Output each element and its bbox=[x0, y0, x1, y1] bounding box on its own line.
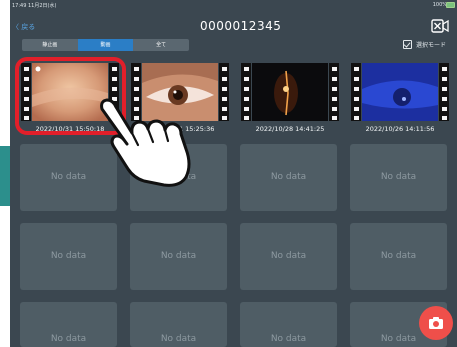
no-data-label: No data bbox=[50, 251, 87, 261]
empty-slot: No data bbox=[20, 223, 117, 290]
status-time: 17:49 11月2日(水) bbox=[12, 3, 57, 9]
no-data-label: No data bbox=[270, 172, 307, 182]
empty-slot: No data bbox=[20, 302, 117, 347]
video-date: 2022/10/28 14:41:25 bbox=[255, 125, 325, 133]
no-data-label: No data bbox=[270, 251, 307, 261]
tab-still-images[interactable]: 静止画 bbox=[22, 39, 78, 51]
no-data-label: No data bbox=[160, 334, 197, 344]
battery-icon bbox=[446, 2, 455, 8]
empty-slot: No data bbox=[240, 223, 337, 290]
video-gallery-screen: 17:49 11月2日(水) 100% 〈 戻る 0000012345 静止画 … bbox=[10, 0, 457, 347]
eye-image bbox=[252, 63, 328, 121]
tab-all[interactable]: 全て bbox=[133, 39, 189, 51]
eye-image bbox=[362, 63, 438, 121]
close-video-icon[interactable] bbox=[431, 18, 449, 34]
tab-videos[interactable]: 動画 bbox=[77, 39, 134, 51]
side-strip bbox=[0, 146, 10, 206]
no-data-label: No data bbox=[380, 251, 417, 261]
empty-slot: No data bbox=[350, 144, 447, 211]
no-data-label: No data bbox=[160, 251, 197, 261]
back-button[interactable]: 〈 戻る bbox=[12, 22, 35, 32]
select-mode-toggle[interactable]: 選択モード bbox=[402, 40, 446, 50]
camera-button[interactable] bbox=[419, 306, 453, 340]
empty-slot: No data bbox=[130, 302, 227, 347]
battery-percent: 100% bbox=[432, 2, 447, 8]
empty-slot: No data bbox=[240, 144, 337, 211]
video-date: 2022/10/26 14:11:56 bbox=[365, 125, 435, 133]
empty-slot: No data bbox=[130, 223, 227, 290]
no-data-label: No data bbox=[50, 334, 87, 344]
empty-slot: No data bbox=[350, 223, 447, 290]
no-data-label: No data bbox=[270, 334, 307, 344]
pointing-hand-icon bbox=[100, 98, 191, 187]
video-thumbnail[interactable] bbox=[351, 63, 449, 121]
video-thumbnail[interactable] bbox=[241, 63, 339, 121]
select-mode-label: 選択モード bbox=[415, 42, 446, 49]
status-bar: 17:49 11月2日(水) 100% bbox=[10, 0, 457, 10]
media-type-tabs: 静止画 動画 全て bbox=[22, 39, 189, 51]
empty-slot: No data bbox=[240, 302, 337, 347]
checkbox-icon[interactable] bbox=[402, 40, 412, 49]
page-title: 0000012345 bbox=[200, 19, 282, 33]
no-data-label: No data bbox=[380, 172, 417, 182]
camera-icon bbox=[429, 317, 443, 329]
